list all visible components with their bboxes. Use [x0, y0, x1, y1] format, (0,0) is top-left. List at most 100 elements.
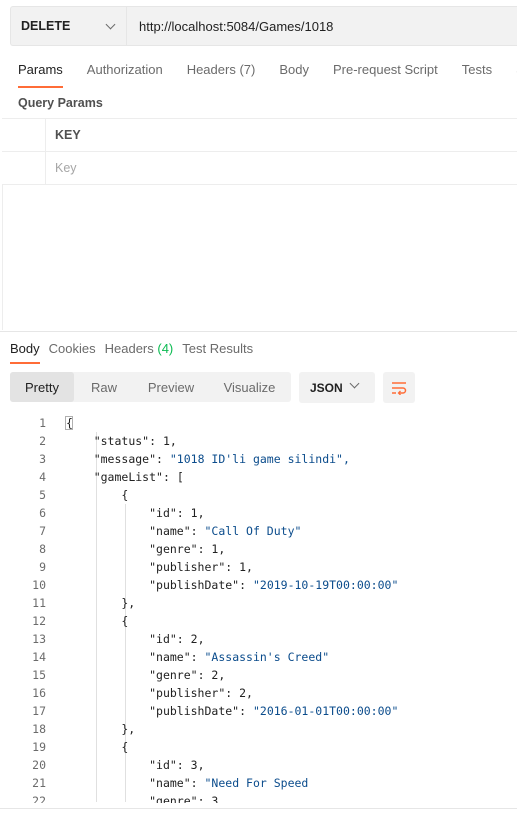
code-text: "genre": 3	[149, 794, 219, 803]
row-handle	[2, 119, 46, 151]
format-select[interactable]: JSON	[299, 372, 375, 403]
code-line: 11 },	[0, 594, 517, 612]
code-text: "publisher": 1,	[149, 560, 253, 574]
code-line: 12 {	[0, 612, 517, 630]
line-number: 21	[32, 776, 46, 790]
code-text: {	[66, 416, 73, 430]
line-number: 9	[39, 560, 46, 574]
tab-pre-request-script[interactable]: Pre-request Script	[333, 56, 438, 88]
url-input[interactable]: http://localhost:5084/Games/1018	[127, 19, 333, 34]
query-params-table: KEY Key	[2, 118, 517, 185]
divider	[0, 808, 517, 809]
view-mode-group: Pretty Raw Preview Visualize	[10, 372, 291, 402]
code-text: "id": 2,	[149, 632, 205, 646]
line-number: 8	[39, 542, 46, 556]
code-text: "status": 1,	[93, 434, 177, 448]
tab-body[interactable]: Body	[279, 56, 309, 88]
line-number: 20	[32, 758, 46, 772]
code-line: 5 {	[0, 486, 517, 504]
tab-response-headers[interactable]: Headers (4)	[105, 340, 174, 364]
code-line: 3 "message": "1018 ID'li game silindi",	[0, 450, 517, 468]
response-body-editor[interactable]: 1{2 "status": 1, 3 "message": "1018 ID'li…	[0, 413, 517, 803]
code-line: 7 "name": "Call Of Duty"	[0, 522, 517, 540]
code-text: "name": "Call Of Duty"	[149, 524, 302, 538]
tab-authorization[interactable]: Authorization	[87, 56, 163, 88]
tab-label: Headers	[186, 62, 236, 77]
line-number: 4	[39, 470, 46, 484]
code-text: "genre": 1,	[149, 542, 226, 556]
code-line: 16 "publisher": 2,	[0, 684, 517, 702]
line-number: 13	[32, 632, 46, 646]
visualize-button[interactable]: Visualize	[208, 372, 291, 402]
code-line: 4 "gameList": [	[0, 468, 517, 486]
line-number: 14	[32, 650, 46, 664]
query-params-title: Query Params	[18, 96, 103, 110]
line-number: 12	[32, 614, 46, 628]
tab-label: Headers	[104, 341, 154, 356]
tab-headers[interactable]: Headers (7)	[187, 56, 256, 88]
table-header-row: KEY	[2, 119, 517, 152]
code-line: 15 "genre": 2,	[0, 666, 517, 684]
tab-count: (4)	[157, 341, 174, 356]
divider	[2, 185, 3, 330]
code-line: 19 {	[0, 738, 517, 756]
code-text: "publishDate": "2019-10-19T00:00:00"	[149, 578, 399, 592]
code-line: 18 },	[0, 720, 517, 738]
line-number: 6	[39, 506, 46, 520]
tab-label: Params	[18, 62, 63, 77]
code-line: 22 "genre": 3	[0, 792, 517, 803]
method-select[interactable]: DELETE	[11, 7, 127, 45]
table-row: Key	[2, 152, 517, 185]
tab-label: Authorization	[86, 62, 163, 77]
tab-count: (7)	[239, 62, 256, 77]
wrap-lines-icon	[392, 381, 407, 395]
format-label: JSON	[310, 380, 343, 395]
chevron-down-icon	[349, 378, 360, 389]
pretty-button[interactable]: Pretty	[10, 372, 74, 402]
request-url-bar: DELETE http://localhost:5084/Games/1018	[10, 6, 517, 46]
code-line: 17 "publishDate": "2016-01-01T00:00:00"	[0, 702, 517, 720]
tab-label: Pre-request Script	[332, 62, 438, 77]
line-number: 10	[32, 578, 46, 592]
tab-response-body[interactable]: Body	[10, 340, 40, 364]
code-line: 1{	[0, 414, 517, 432]
code-text: {	[66, 740, 129, 754]
line-number: 18	[32, 722, 46, 736]
code-text: "message": "1018 ID'li game silindi",	[93, 452, 350, 466]
pane-divider[interactable]	[0, 331, 517, 332]
code-text: "publishDate": "2016-01-01T00:00:00"	[149, 704, 399, 718]
line-number: 5	[39, 488, 46, 502]
line-number: 11	[32, 596, 46, 610]
tab-label: Tests	[461, 62, 493, 77]
tab-cookies[interactable]: Cookies	[49, 340, 96, 364]
code-line: 10 "publishDate": "2019-10-19T00:00:00"	[0, 576, 517, 594]
line-number: 22	[32, 794, 46, 803]
code-text: "id": 1,	[149, 506, 205, 520]
code-line: 6 "id": 1,	[0, 504, 517, 522]
code-line: 13 "id": 2,	[0, 630, 517, 648]
code-text: },	[66, 722, 136, 736]
tab-tests[interactable]: Tests	[462, 56, 492, 88]
code-line: 9 "publisher": 1,	[0, 558, 517, 576]
code-text: },	[66, 596, 136, 610]
tab-params[interactable]: Params	[18, 56, 63, 88]
wrap-lines-button[interactable]	[383, 372, 415, 403]
code-text: {	[66, 488, 129, 502]
raw-button[interactable]: Raw	[74, 372, 134, 402]
code-text: "publisher": 2,	[149, 686, 253, 700]
request-tabs: Params Authorization Headers (7) Body Pr…	[0, 56, 517, 88]
code-line: 8 "genre": 1,	[0, 540, 517, 558]
key-column-header: KEY	[55, 128, 81, 142]
key-input[interactable]: Key	[46, 152, 517, 184]
code-text: "name": "Need For Speed	[149, 776, 309, 790]
code-text: "gameList": [	[93, 470, 184, 484]
method-label: DELETE	[21, 19, 71, 33]
preview-button[interactable]: Preview	[134, 372, 208, 402]
line-number: 19	[32, 740, 46, 754]
code-line: 21 "name": "Need For Speed	[0, 774, 517, 792]
row-handle	[2, 152, 46, 184]
tab-label: Cookies	[48, 341, 96, 356]
tab-label: Body	[279, 62, 309, 77]
code-text: "genre": 2,	[149, 668, 226, 682]
tab-test-results[interactable]: Test Results	[182, 340, 253, 364]
